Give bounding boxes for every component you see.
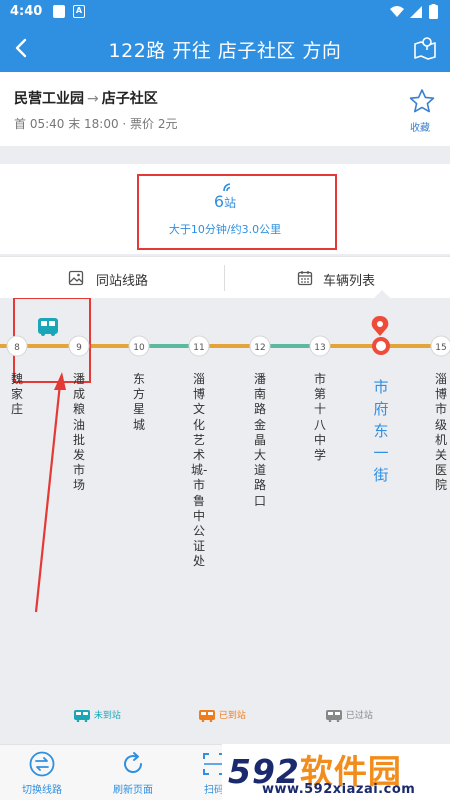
star-icon bbox=[409, 89, 435, 113]
page-title: 122路 开往 店子社区 方向 bbox=[108, 40, 342, 62]
notification-badge: A bbox=[73, 5, 85, 18]
tab-vehicle-list[interactable]: 车辆列表 bbox=[225, 257, 450, 299]
route-line-graphic: 8 9 10 11 12 13 15 bbox=[0, 298, 450, 613]
current-station-marker[interactable] bbox=[372, 337, 390, 355]
station-number: 12 bbox=[254, 343, 265, 353]
site-watermark: 592软件园 www.592xiazai.com bbox=[222, 744, 450, 800]
tab-indicator-caret bbox=[374, 290, 390, 298]
station-name[interactable]: 潘南路金晶大道路口 bbox=[252, 372, 268, 509]
red-arrow-annotation bbox=[34, 372, 66, 613]
app-bar: 122路 开往 店子社区 方向 bbox=[0, 24, 450, 72]
tab-label: 车辆列表 bbox=[323, 274, 376, 289]
route-origin: 民营工业园 bbox=[14, 91, 84, 107]
station-number: 11 bbox=[193, 343, 204, 353]
station-number: 15 bbox=[435, 343, 446, 353]
stations-unit: 站 bbox=[224, 196, 237, 210]
bus-icon[interactable] bbox=[38, 318, 58, 336]
station-name[interactable]: 魏家庄 bbox=[9, 372, 25, 418]
legend-label: 已到站 bbox=[218, 711, 246, 721]
station-number: 10 bbox=[133, 343, 145, 353]
watermark-url: www.592xiazai.com bbox=[262, 782, 416, 797]
legend-label: 未到站 bbox=[93, 711, 121, 721]
route-arrow: → bbox=[87, 91, 99, 107]
favorite-button[interactable]: 收藏 bbox=[408, 88, 436, 134]
switch-route-label: 切换线路 bbox=[22, 785, 62, 796]
location-pin-icon bbox=[371, 316, 389, 336]
arrival-summary: 6站 大于10分钟/约3.0公里 bbox=[0, 164, 450, 254]
refresh-label: 刷新页面 bbox=[113, 785, 153, 796]
station-number: 8 bbox=[14, 343, 20, 353]
station-name[interactable]: 淄博文化艺术城-市鲁中公证处 bbox=[191, 372, 207, 570]
status-bar: 4:40 A bbox=[0, 0, 450, 24]
refresh-button[interactable]: 刷新页面 bbox=[103, 749, 163, 796]
refresh-icon bbox=[124, 752, 142, 773]
arrival-distance: 大于10分钟/约3.0公里 bbox=[168, 223, 282, 236]
stations-count: 6 bbox=[213, 192, 225, 211]
bus-icon bbox=[326, 709, 342, 722]
station-name[interactable]: 淄博市级机关医院 bbox=[433, 372, 449, 494]
route-info: 民营工业园 → 店子社区 首 05:40 末 18:00 · 票价 2元 收藏 bbox=[0, 72, 450, 146]
bus-icon bbox=[199, 709, 215, 722]
highlight-box bbox=[137, 174, 337, 250]
station-number: 9 bbox=[76, 343, 82, 353]
stations-away: 6站 bbox=[0, 192, 450, 211]
switch-route-button[interactable]: 切换线路 bbox=[12, 749, 72, 796]
legend-label: 已过站 bbox=[345, 711, 373, 721]
route-schedule: 首 05:40 末 18:00 · 票价 2元 bbox=[14, 117, 178, 131]
scan-label: 扫码 bbox=[204, 785, 224, 796]
legend-not-arrived: 未到站 bbox=[73, 708, 121, 722]
station-number: 13 bbox=[314, 343, 325, 353]
favorite-label: 收藏 bbox=[410, 123, 430, 134]
station-name[interactable]: 市第十八中学 bbox=[312, 372, 328, 463]
status-icons bbox=[390, 4, 438, 19]
notification-icon bbox=[53, 5, 65, 18]
tab-same-station-lines[interactable]: 同站线路 bbox=[0, 257, 225, 299]
current-station-name[interactable]: 市府东一街 bbox=[371, 376, 391, 486]
image-icon bbox=[68, 270, 84, 286]
calendar-icon bbox=[297, 271, 313, 286]
station-name[interactable]: 潘成粮油批发市场 bbox=[71, 372, 87, 494]
tab-label: 同站线路 bbox=[96, 274, 149, 289]
legend-passed: 已过站 bbox=[325, 708, 373, 722]
route-map[interactable]: 8 9 10 11 12 13 15 魏家庄 潘成粮油批发市场 东方星城 淄博文化艺术城-市鲁中公… bbox=[0, 298, 450, 744]
legend-arrived: 已到站 bbox=[198, 708, 246, 722]
switch-icon bbox=[29, 751, 55, 777]
station-name[interactable]: 东方星城 bbox=[131, 372, 147, 433]
bus-icon bbox=[74, 709, 90, 722]
route-endpoints: 民营工业园 → 店子社区 bbox=[14, 88, 158, 108]
route-destination: 店子社区 bbox=[101, 91, 158, 107]
status-time: 4:40 bbox=[10, 4, 43, 19]
section-gap bbox=[0, 146, 450, 164]
map-icon[interactable] bbox=[412, 35, 438, 61]
